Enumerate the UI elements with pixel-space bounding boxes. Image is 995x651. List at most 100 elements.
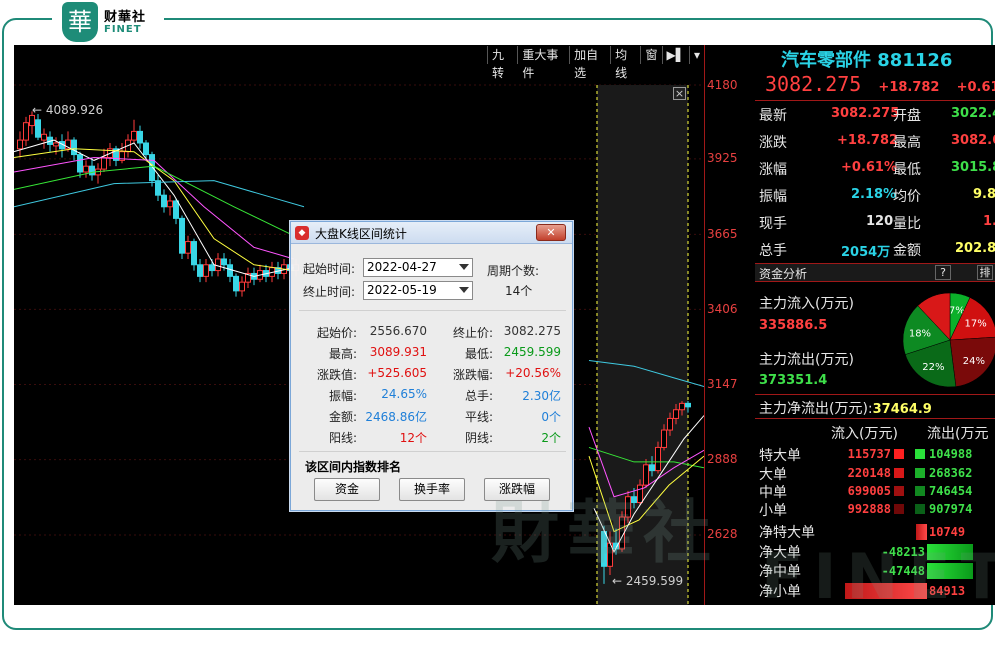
quote-label: 振幅 <box>759 189 787 205</box>
net-flow-bar <box>845 583 927 599</box>
end-date-select[interactable]: 2022-05-19 <box>363 281 473 300</box>
end-time-label: 终止时间: <box>303 285 356 299</box>
column-in-header: 流入(万元) <box>831 426 898 442</box>
rank-by-turnover-button[interactable]: 换手率 <box>399 478 465 501</box>
inflow-swatch <box>894 468 904 478</box>
candle-down <box>631 496 637 504</box>
stat-value-right: +20.56% <box>505 366 561 380</box>
outflow-value: 373351.4 <box>759 373 828 388</box>
price-line: 3082.275 +18.782 +0.61% <box>765 72 995 96</box>
logo-badge: 華 <box>62 2 98 42</box>
quote-label: 总手 <box>759 243 787 259</box>
candle-up <box>215 258 221 272</box>
net-flow-value: 84913 <box>929 584 966 598</box>
price-axis: 4180 3925 3665 3406 3147 2888 2628 <box>704 45 754 605</box>
selection-close-button[interactable]: × <box>673 87 686 100</box>
start-date-select[interactable]: 2022-04-27 <box>363 258 473 277</box>
quote-value: 2054万 <box>841 245 891 260</box>
inflow-value: 335886.5 <box>759 318 828 333</box>
toolbar-add-watchlist[interactable]: 加自选 <box>569 46 610 80</box>
dialog-title: 大盘K线区间统计 <box>315 227 407 241</box>
stat-value-left: 2556.670 <box>369 324 427 338</box>
net-outflow-label: 主力净流出(万元):37464.9 <box>759 401 932 417</box>
stat-label: 最高: <box>328 347 357 361</box>
outflow-cell: 746454 <box>929 484 973 498</box>
toolbar-moving-average[interactable]: 均线 <box>610 46 640 80</box>
fund-analysis-title: 资金分析 <box>759 267 808 281</box>
outflow-swatch <box>915 504 925 514</box>
chart-min-label: ← 2459.599 <box>612 574 684 588</box>
divider <box>755 418 995 419</box>
quote-label: 涨幅 <box>759 162 787 178</box>
candle-down <box>197 264 203 277</box>
quote-value: +0.61% <box>841 160 897 175</box>
toolbar-major-events[interactable]: 重大事件 <box>517 46 569 80</box>
quote-value: +18.782 <box>837 133 899 148</box>
outflow-cell: 907974 <box>929 502 973 516</box>
toolbar-dropdown-icon[interactable]: ▾ <box>688 46 704 64</box>
security-title[interactable]: 汽车零部件 881126 <box>781 46 952 72</box>
dialog-titlebar[interactable]: ◆ 大盘K线区间统计 ✕ <box>291 222 572 244</box>
quote-label: 现手 <box>759 216 787 232</box>
inflow-cell: 992888 <box>847 502 891 516</box>
candle-up <box>53 142 59 147</box>
order-type-label: 特大单 <box>759 448 801 464</box>
help-button[interactable]: ? <box>935 265 951 280</box>
toolbar-nine-turn[interactable]: 九转 <box>487 46 517 80</box>
stat-value-right: 3082.275 <box>503 324 561 338</box>
stat-label: 涨跌值: <box>316 368 357 382</box>
axis-label: 3147 <box>707 377 738 391</box>
candle-down <box>209 264 215 272</box>
toolbar-window[interactable]: 窗 <box>640 46 661 64</box>
candle-up <box>101 156 107 170</box>
stat-value-left: +525.605 <box>367 366 427 380</box>
quote-panel: 汽车零部件 881126 3082.275 +18.782 +0.61% 最新 … <box>755 45 995 605</box>
stat-label: 阴线: <box>464 431 493 445</box>
stat-label: 平线: <box>464 410 493 424</box>
stat-value-right: 2个 <box>541 431 561 445</box>
quote-value: 1. <box>983 214 995 229</box>
axis-label: 3925 <box>707 151 738 165</box>
inflow-swatch <box>894 504 904 514</box>
rank-by-change-button[interactable]: 涨跌幅 <box>484 478 550 501</box>
outflow-swatch <box>915 468 925 478</box>
quote-label: 均价 <box>893 189 921 205</box>
axis-label: 3665 <box>707 227 738 241</box>
candle-up <box>239 281 245 292</box>
axis-label: 2888 <box>707 452 738 466</box>
divider <box>755 100 995 101</box>
logo-name-en: FINET <box>104 24 142 35</box>
stat-label: 最低: <box>464 347 493 361</box>
stat-value-left: 3089.931 <box>369 345 427 359</box>
divider <box>755 394 995 395</box>
candle-up <box>625 496 631 518</box>
rank-button[interactable]: 排 <box>977 265 993 280</box>
stat-label: 阳线: <box>328 431 357 445</box>
quote-value: 120 <box>866 214 894 229</box>
candle-down <box>149 154 155 182</box>
price-change: +18.782 <box>878 80 940 95</box>
inflow-label: 主力流入(万元) <box>759 296 854 312</box>
rank-by-fund-button[interactable]: 资金 <box>314 478 380 501</box>
dialog-close-button[interactable]: ✕ <box>536 224 566 241</box>
net-order-label: 净小单 <box>759 584 801 600</box>
axis-label: 4180 <box>707 78 738 92</box>
axis-label: 2628 <box>707 527 738 541</box>
candle-down <box>649 464 655 472</box>
stat-label: 金额: <box>328 410 357 424</box>
net-flow-value: 10749 <box>929 525 966 539</box>
candle-up <box>655 446 661 472</box>
outflow-swatch <box>915 449 925 459</box>
quote-value: 3022.4 <box>951 106 995 121</box>
net-flow-bar <box>927 544 973 560</box>
inflow-swatch <box>894 486 904 496</box>
toolbar-expand-icon[interactable]: ▶▌ <box>661 46 689 64</box>
candle-up <box>23 122 29 141</box>
inflow-cell: 220148 <box>847 466 891 480</box>
candle-up <box>83 165 89 173</box>
interval-stats-dialog: 財華社 FINET ◆ 大盘K线区间统计 ✕ 起始时间: 2022-04-27 … <box>290 221 995 613</box>
pie-label: 24% <box>963 356 985 367</box>
candle-down <box>179 217 185 254</box>
stat-label: 振幅: <box>328 389 357 403</box>
candle-up <box>203 264 209 277</box>
